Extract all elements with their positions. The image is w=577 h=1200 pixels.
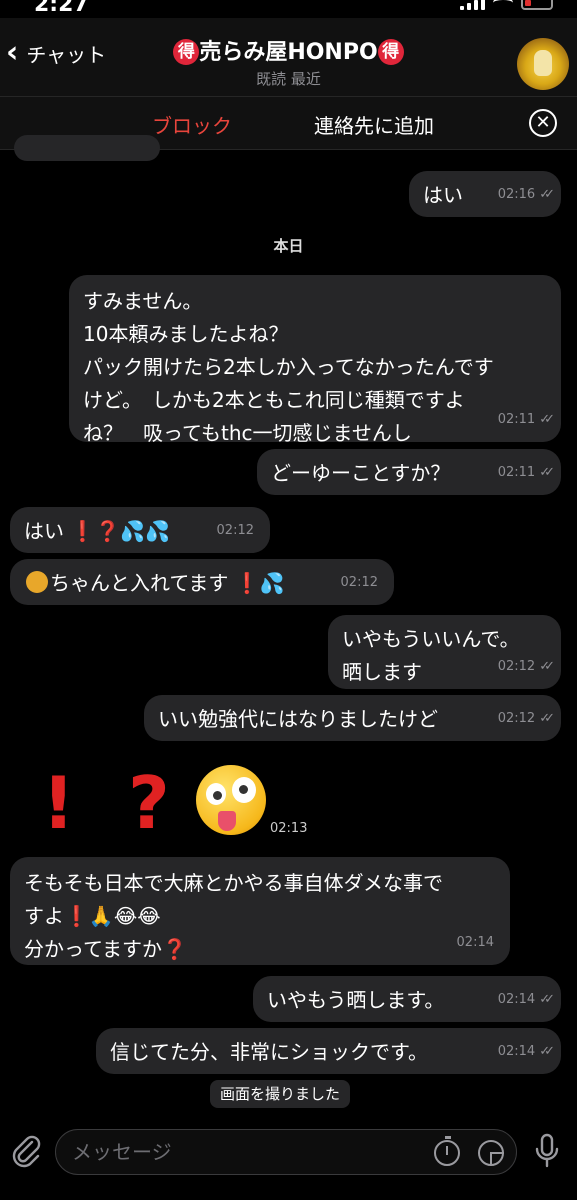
add-contact-button[interactable]: 連絡先に追加 — [314, 110, 434, 139]
message-time: 02:12 — [497, 659, 536, 674]
message-text: ちゃんと入れてます — [50, 571, 229, 595]
message-line: パック開けたら2本しか入ってなかったんです — [83, 355, 494, 379]
message-meta: 02:12 ✓✓ — [497, 650, 555, 683]
message-bubble-partial — [14, 135, 160, 161]
message-bubble-incoming[interactable]: ちゃんと入れてます ❗💦 02:12 — [10, 559, 394, 605]
message-meta: 02:12 — [341, 566, 378, 599]
chat-header: ‹ チャット 得売らみ屋HONPO 得 既読 最近 — [0, 18, 577, 96]
double-check-icon: ✓✓ — [539, 412, 555, 427]
battery-icon — [521, 0, 553, 10]
message-meta: 02:12 — [217, 514, 254, 547]
toku-badge-icon: 得 — [173, 39, 200, 65]
chat-title-area[interactable]: 得売らみ屋HONPO 得 既読 最近 — [0, 34, 577, 89]
question-emoji-icon: ❓ — [162, 937, 187, 961]
message-bubble-outgoing[interactable]: 信じてた分、非常にショックです。 02:14 ✓✓ — [96, 1028, 561, 1074]
message-input[interactable] — [72, 1138, 412, 1166]
folded-hands-emoji-icon: 🙏 — [88, 904, 114, 928]
message-line-with-emoji: 分かってますか❓ — [24, 933, 496, 966]
paperclip-icon[interactable] — [8, 1133, 44, 1169]
double-check-icon: ✓✓ — [539, 992, 555, 1007]
message-line: 分かってますか — [24, 937, 162, 961]
chat-title: 得売らみ屋HONPO 得 — [0, 34, 577, 66]
double-check-icon: ✓✓ — [539, 187, 555, 202]
question-emoji-icon: ? — [128, 761, 170, 845]
message-meta: 02:16 ✓✓ — [497, 178, 555, 211]
message-line: ね？ 吸ってもthc一切感じませんし — [83, 421, 412, 445]
date-separator: 本日 — [273, 237, 304, 255]
wifi-icon — [493, 0, 513, 10]
message-meta: 02:14 — [457, 926, 494, 959]
double-check-icon: ✓✓ — [539, 1044, 555, 1059]
status-time: 2:27 — [34, 0, 89, 17]
message-text: 信じてた分、非常にショックです。 — [110, 1040, 428, 1064]
message-line-with-emoji: すよ❗🙏😂😂 — [24, 900, 496, 933]
message-meta: 02:11 ✓✓ — [497, 403, 555, 436]
message-text: いやもう晒します。 — [267, 988, 445, 1012]
exclamation-emoji-icon: ! — [42, 761, 75, 845]
exclamation-emoji-icon: ❗ — [70, 519, 96, 543]
message-text: どーゆーことすか？ — [271, 461, 451, 485]
avatar-icon[interactable] — [517, 38, 569, 90]
chat-title-text: 売らみ屋HONPO — [199, 40, 378, 65]
sweat-drops-emoji-icon: 💦 — [259, 571, 285, 595]
message-meta: 02:14 ✓✓ — [497, 983, 555, 1016]
message-meta: 02:14 ✓✓ — [497, 1035, 555, 1068]
message-bubble-incoming[interactable]: はい ❗❓💦💦 02:12 — [10, 507, 270, 553]
honey-pot-emoji-icon — [26, 571, 48, 593]
exclamation-emoji-icon: ❗ — [64, 904, 89, 928]
sticker-icon[interactable] — [478, 1140, 504, 1166]
toku-badge-icon: 得 — [377, 39, 404, 65]
tears-of-joy-emoji-icon: 😂 — [137, 904, 161, 928]
message-line: けど。 しかも2本ともこれ同じ種類ですよ — [83, 388, 465, 412]
message-bubble-outgoing[interactable]: すみません。 10本頼みましたよね？ パック開けたら2本しか入ってなかったんです… — [69, 275, 561, 445]
message-line: すよ — [24, 904, 64, 928]
message-time: 02:14 — [497, 992, 536, 1007]
message-time: 02:11 — [497, 465, 536, 480]
sweat-drops-emoji-icon: 💦 — [145, 519, 170, 543]
double-check-icon: ✓✓ — [539, 659, 555, 674]
message-line: そもそも日本で大麻とかやる事自体ダメな事で — [24, 871, 443, 895]
timer-icon[interactable] — [434, 1136, 460, 1166]
microphone-icon[interactable] — [534, 1133, 560, 1169]
message-field[interactable] — [55, 1129, 517, 1175]
message-bubble-incoming[interactable]: そもそも日本で大麻とかやる事自体ダメな事で すよ❗🙏😂😂 分かってますか❓ 02… — [10, 857, 510, 965]
message-time: 02:14 — [497, 1044, 536, 1059]
zany-face-emoji-icon — [196, 765, 266, 835]
message-bubble-outgoing[interactable]: いやもういいんで。 晒します 02:12 ✓✓ — [328, 615, 561, 689]
double-check-icon: ✓✓ — [539, 711, 555, 726]
message-bubble-outgoing[interactable]: どーゆーことすか？ 02:11 ✓✓ — [257, 449, 561, 495]
message-time: 02:13 — [270, 821, 308, 836]
message-input-bar — [0, 1111, 577, 1200]
message-list[interactable]: はい 02:16 ✓✓ 本日 すみません。 10本頼みましたよね？ パック開けたら… — [0, 135, 577, 1111]
message-line: すみません。 — [83, 289, 203, 313]
last-seen-status: 既読 最近 — [256, 70, 321, 88]
message-bubble-outgoing[interactable]: はい 02:16 ✓✓ — [409, 171, 561, 217]
status-bar: 2:27 — [0, 0, 577, 18]
message-text: はい — [423, 183, 463, 207]
message-time: 02:14 — [456, 935, 494, 950]
message-bubble-outgoing[interactable]: いやもう晒します。 02:14 ✓✓ — [253, 976, 561, 1022]
double-check-icon: ✓✓ — [539, 465, 555, 480]
screenshot-notice: 画面を撮りました — [210, 1080, 351, 1108]
sweat-drops-emoji-icon: 💦 — [120, 519, 146, 543]
message-meta: 02:12 ✓✓ — [497, 702, 555, 735]
message-bubble-outgoing[interactable]: いい勉強代にはなりましたけど 02:12 ✓✓ — [144, 695, 561, 741]
message-time: 02:12 — [216, 523, 254, 538]
question-emoji-icon: ❓ — [95, 519, 121, 543]
message-time: 02:12 — [497, 711, 536, 726]
message-time: 02:11 — [497, 412, 536, 427]
message-text: はい — [24, 519, 64, 543]
message-text: いい勉強代にはなりましたけど — [158, 707, 438, 731]
message-line: 10本頼みましたよね？ — [83, 322, 289, 346]
close-icon[interactable]: ✕ — [529, 109, 557, 137]
message-big-emoji[interactable]: ! ? 02:13 — [40, 763, 340, 843]
block-button[interactable]: ブロック — [152, 110, 232, 139]
message-time: 02:16 — [497, 187, 536, 202]
exclamation-emoji-icon: ❗ — [234, 571, 260, 595]
tears-of-joy-emoji-icon: 😂 — [113, 904, 138, 928]
status-icons — [460, 0, 553, 10]
signal-icon — [460, 0, 485, 10]
message-meta: 02:11 ✓✓ — [497, 456, 555, 489]
message-time: 02:12 — [340, 575, 378, 590]
